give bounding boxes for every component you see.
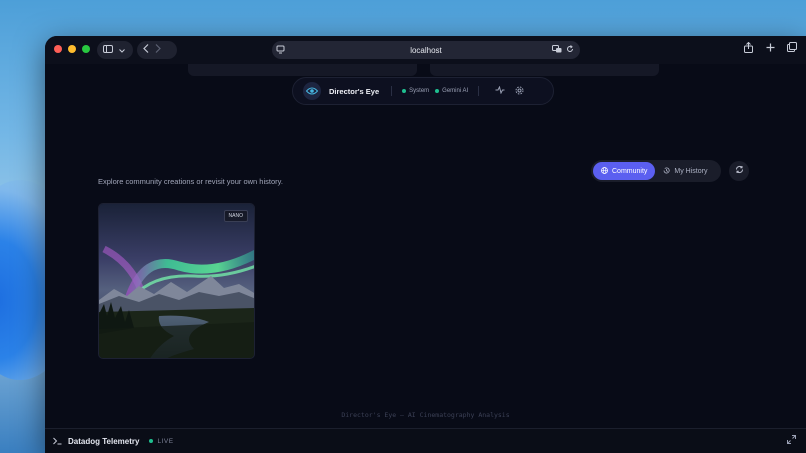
settings-gear-icon[interactable] [515,86,524,97]
status-system: System [402,88,429,94]
aurora-image [99,204,254,358]
navigation-buttons [137,41,177,59]
share-icon[interactable] [742,41,754,53]
forward-arrow-icon[interactable] [155,44,161,56]
sidebar-icon [103,44,113,56]
expand-icon[interactable] [787,435,796,447]
model-badge: NANO [223,210,248,222]
browser-toolbar: localhost [45,36,806,64]
background-card [188,64,417,76]
page-subtitle: Explore community creations or revisit y… [98,177,283,186]
tab-label: My History [674,167,708,175]
divider [391,86,393,96]
activity-icon[interactable] [495,85,505,96]
eye-logo-icon [303,82,321,100]
window-controls [54,45,90,53]
app-title: Director's Eye [329,86,380,96]
tab-my-history[interactable]: My History [655,162,715,180]
sidebar-toggle-button[interactable] [97,41,133,59]
terminal-icon [53,432,62,450]
minimize-window-button[interactable] [68,45,76,53]
telemetry-status: LIVE [157,437,174,445]
new-tab-icon[interactable] [764,41,776,53]
gallery-item[interactable]: NANO [98,203,255,359]
history-icon [663,167,670,176]
globe-icon [601,166,608,176]
divider [478,86,480,96]
tab-overview-icon[interactable] [786,41,798,53]
status-label: System [409,88,430,94]
telemetry-panel[interactable]: Datadog Telemetry LIVE [45,428,806,453]
status-dot-icon [435,89,440,93]
tab-community[interactable]: Community [593,162,656,180]
close-window-button[interactable] [54,45,62,53]
tab-label: Community [612,167,648,175]
reload-icon[interactable] [566,45,574,55]
footer-credit: Director's Eye — AI Cinematography Analy… [341,411,510,419]
background-card [430,64,659,76]
telemetry-title: Datadog Telemetry [68,436,140,446]
back-arrow-icon[interactable] [143,44,149,56]
address-bar[interactable]: localhost [272,41,580,59]
browser-window: localhost Director's Eye System Gemini A… [45,36,806,453]
app-header: Director's Eye System Gemini AI [292,77,554,105]
page-settings-icon[interactable] [276,45,285,56]
status-label: Gemini AI [442,88,469,94]
chevron-down-icon [119,45,125,56]
refresh-button[interactable] [729,161,749,181]
gallery-view-toggle: Community My History [591,160,721,182]
translate-icon[interactable] [552,45,562,55]
url-text: localhost [410,45,442,55]
live-dot-icon [149,439,154,443]
zoom-window-button[interactable] [82,45,90,53]
refresh-icon [735,165,744,177]
status-dot-icon [402,89,407,93]
status-gemini: Gemini AI [435,88,468,94]
